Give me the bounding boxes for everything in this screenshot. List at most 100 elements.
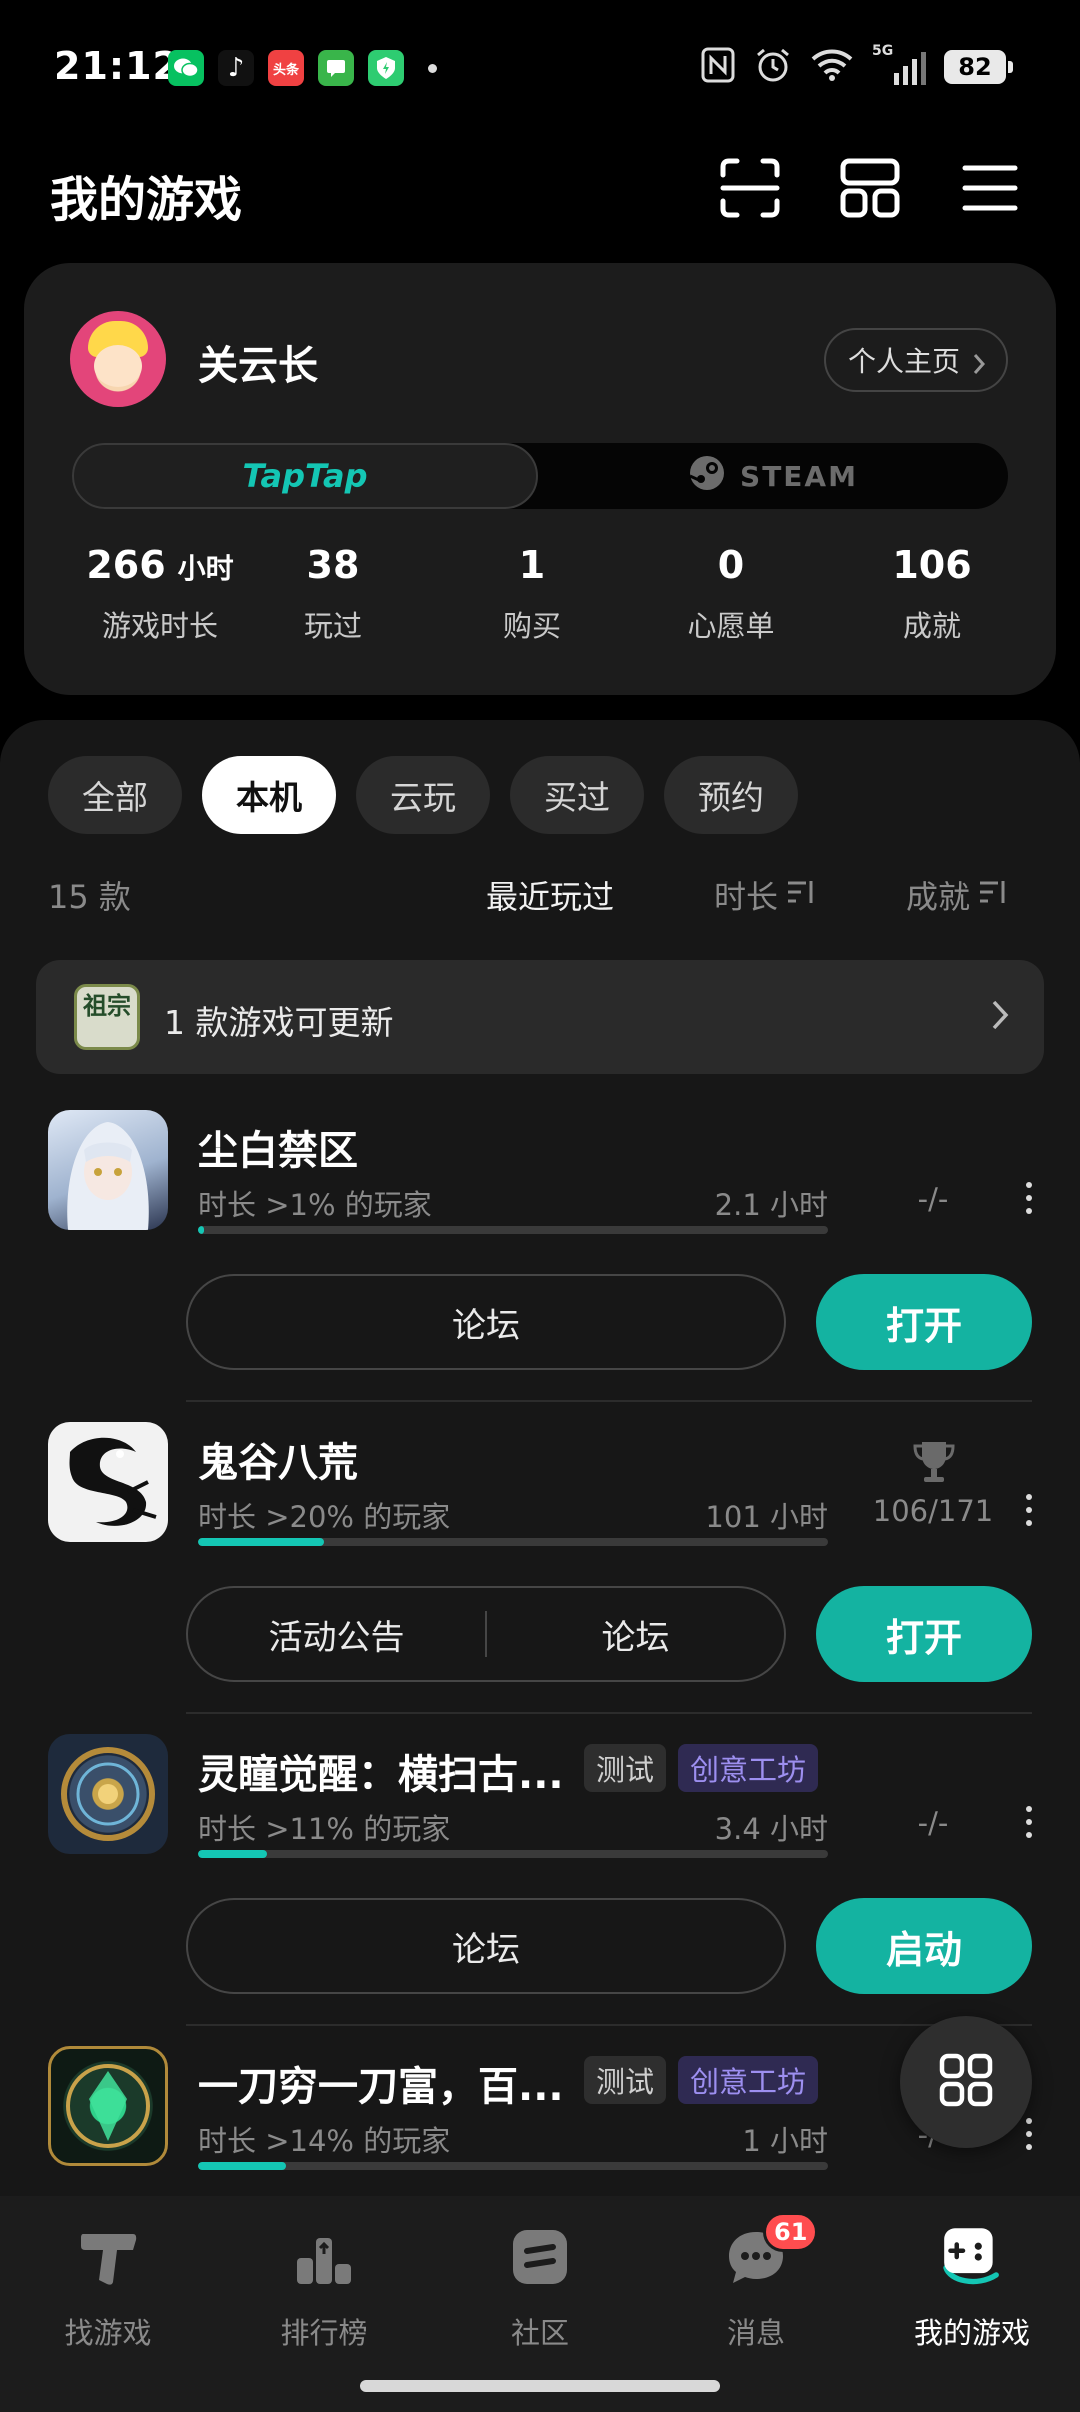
status-bar: 21:12 ♪ 头条 5G 82 [0,0,1080,140]
stat-played[interactable]: 38 玩过 [233,543,433,645]
nav-my-games[interactable]: 我的游戏 [864,2222,1080,2352]
game-tags: 测试 创意工坊 [584,1744,819,1792]
filter-local[interactable]: 本机 [202,756,336,834]
game-icon-yidao[interactable] [48,2046,168,2166]
game-icon-chenbai[interactable] [48,1110,168,1230]
profile-card: 关云长 个人主页 TapTap STEAM 266 小时 游戏时长 38 玩过 1… [24,263,1056,695]
douyin-icon: ♪ [218,50,254,86]
nav-label: 找游戏 [64,2316,152,2350]
nav-label: 消息 [726,2316,785,2350]
more-options-icon[interactable] [1022,1182,1036,1222]
game-row: 尘白禁区 时长 >1% 的玩家 2.1 小时 -/- 论坛 打开 [0,1110,1080,1422]
tab-taptap[interactable]: TapTap [72,443,538,509]
stat-achievements[interactable]: 106 成就 [832,543,1032,645]
grid-view-button[interactable] [900,2016,1032,2148]
nav-ranking[interactable]: 排行榜 [216,2222,432,2352]
sort-icon [978,876,1008,914]
network-type: 5G [872,43,894,59]
battery-indicator: 82 [944,50,1013,84]
game-achievements: -/- [917,1806,949,1840]
scan-button[interactable] [712,152,788,228]
chat-app-icon [318,50,354,86]
alarm-icon [754,46,792,88]
tab-steam-label: STEAM [740,459,858,493]
game-achievements: -/- [917,1182,949,1216]
game-icon-lingtong[interactable] [48,1734,168,1854]
game-hours: 101 小时 [705,1500,828,1534]
launch-game-button[interactable]: 启动 [816,1898,1032,1994]
playtime-progress-bar [198,2162,828,2170]
tag-test: 测试 [584,2056,667,2104]
tag-workshop: 创意工坊 [678,2056,819,2104]
trophy-icon [910,1438,958,1490]
stat-purchased[interactable]: 1 购买 [432,543,632,645]
page-title: 我的游戏 [50,172,243,228]
platform-switch: TapTap STEAM [72,443,1008,509]
game-percentile: 时长 >11% 的玩家 [198,1812,451,1846]
stat-value: 0 [717,543,745,587]
filter-reserved[interactable]: 预约 [664,756,798,834]
game-title[interactable]: 灵瞳觉醒：横扫古... [198,1742,564,1800]
taptap-t-icon [73,2222,143,2292]
more-options-icon[interactable] [1022,2118,1036,2158]
forum-button[interactable]: 论坛 [487,1610,784,1659]
filter-cloud[interactable]: 云玩 [356,756,490,834]
game-row: 灵瞳觉醒：横扫古... 测试 创意工坊 时长 >11% 的玩家 3.4 小时 -… [0,1734,1080,2046]
nav-find-games[interactable]: 找游戏 [0,2222,216,2352]
stat-playtime[interactable]: 266 小时 游戏时长 [60,543,260,645]
cellular-signal-icon: 5G [872,43,926,85]
update-text: 1 款游戏可更新 [164,1003,394,1042]
sort-recent-label: 最近玩过 [486,878,615,916]
profile-home-button[interactable]: 个人主页 [823,328,1008,392]
update-available-banner[interactable]: 祖宗 1 款游戏可更新 [36,960,1044,1074]
stat-wishlist[interactable]: 0 心愿单 [631,543,831,645]
sort-icon [786,876,816,914]
game-percentile: 时长 >14% 的玩家 [198,2124,451,2158]
tab-steam[interactable]: STEAM [538,443,1008,509]
forum-button[interactable]: 论坛 [186,1274,786,1370]
game-icon-zuzong: 祖宗 [74,984,140,1050]
nav-community[interactable]: 社区 [432,2222,648,2352]
forum-button[interactable]: 论坛 [186,1898,786,1994]
stat-value: 38 [306,543,360,587]
nav-label: 我的游戏 [913,2316,1030,2350]
announcement-button[interactable]: 活动公告 [188,1610,485,1659]
open-game-button[interactable]: 打开 [816,1274,1032,1370]
game-hours: 3.4 小时 [714,1812,828,1846]
avatar[interactable] [70,311,166,407]
more-notifications-dot [428,63,437,73]
stat-label: 游戏时长 [101,609,218,643]
divider [186,2024,1032,2026]
sort-recent[interactable]: 最近玩过 [486,872,614,918]
open-game-button[interactable]: 打开 [816,1586,1032,1682]
sort-duration[interactable]: 时长 [714,872,816,918]
game-count: 15 款 [48,878,131,916]
chevron-right-icon [990,998,1010,1036]
forum-label: 论坛 [452,1305,520,1346]
divider [186,1400,1032,1402]
home-indicator[interactable] [360,2380,720,2392]
layout-button[interactable] [832,152,908,228]
stat-label: 玩过 [303,609,362,643]
game-title[interactable]: 一刀穷一刀富，百... [198,2054,564,2112]
layout-icon [839,157,901,223]
steam-icon [688,454,726,499]
more-options-icon[interactable] [1022,1494,1036,1534]
filter-bought[interactable]: 买过 [510,756,644,834]
playtime-progress-bar [198,1226,828,1234]
filter-all[interactable]: 全部 [48,756,182,834]
game-hours: 1 小时 [742,2124,828,2158]
game-percentile: 时长 >1% 的玩家 [198,1188,432,1222]
game-title[interactable]: 鬼谷八荒 [198,1430,358,1488]
community-icon [505,2222,575,2292]
game-title[interactable]: 尘白禁区 [198,1118,358,1176]
sort-achievement[interactable]: 成就 [906,872,1008,918]
message-icon: 61 [721,2212,819,2292]
game-icon-guigu[interactable] [48,1422,168,1542]
menu-button[interactable] [952,152,1028,228]
gamepad-icon [937,2222,1007,2292]
nav-messages[interactable]: 61 消息 [648,2212,864,2352]
more-options-icon[interactable] [1022,1806,1036,1846]
forum-label: 论坛 [452,1929,520,1970]
username: 关云长 [198,343,318,389]
